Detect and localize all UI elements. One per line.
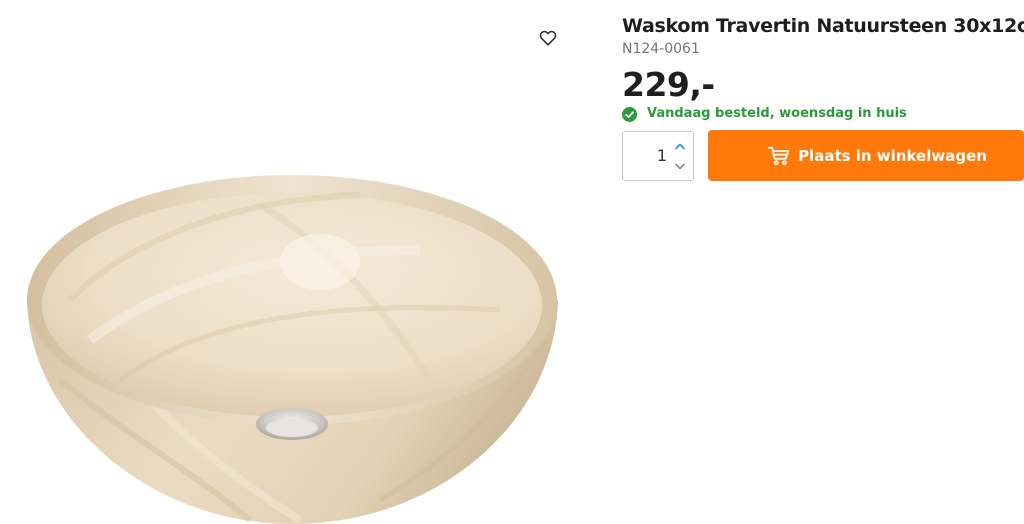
wishlist-button[interactable] — [536, 26, 560, 50]
product-page: Waskom Travertin Natuursteen 30x12cm N12… — [0, 0, 1024, 524]
add-to-cart-button[interactable]: Plaats in winkelwagen — [708, 130, 1024, 181]
chevron-down-icon — [675, 163, 685, 170]
stepper-controls — [673, 140, 687, 174]
product-info: Waskom Travertin Natuursteen 30x12cm N12… — [622, 12, 1024, 181]
decrease-quantity-button[interactable] — [673, 160, 687, 174]
delivery-status: Vandaag besteld, woensdag in huis — [622, 105, 1024, 123]
product-price: 229,- — [622, 65, 715, 104]
delivery-text: Vandaag besteld, woensdag in huis — [647, 106, 907, 121]
product-image-area — [0, 0, 590, 524]
chevron-up-icon — [675, 143, 685, 150]
increase-quantity-button[interactable] — [673, 140, 687, 154]
product-image — [27, 175, 558, 524]
heart-outline-icon — [539, 30, 557, 46]
product-sku: N124-0061 — [622, 41, 700, 57]
quantity-stepper — [622, 130, 695, 181]
check-circle-icon — [622, 106, 637, 122]
buy-row: Plaats in winkelwagen — [622, 130, 1024, 181]
add-to-cart-label: Plaats in winkelwagen — [798, 146, 987, 165]
quantity-input[interactable] — [623, 131, 673, 180]
shopping-cart-icon — [768, 146, 790, 166]
product-title: Waskom Travertin Natuursteen 30x12cm — [622, 15, 1024, 37]
